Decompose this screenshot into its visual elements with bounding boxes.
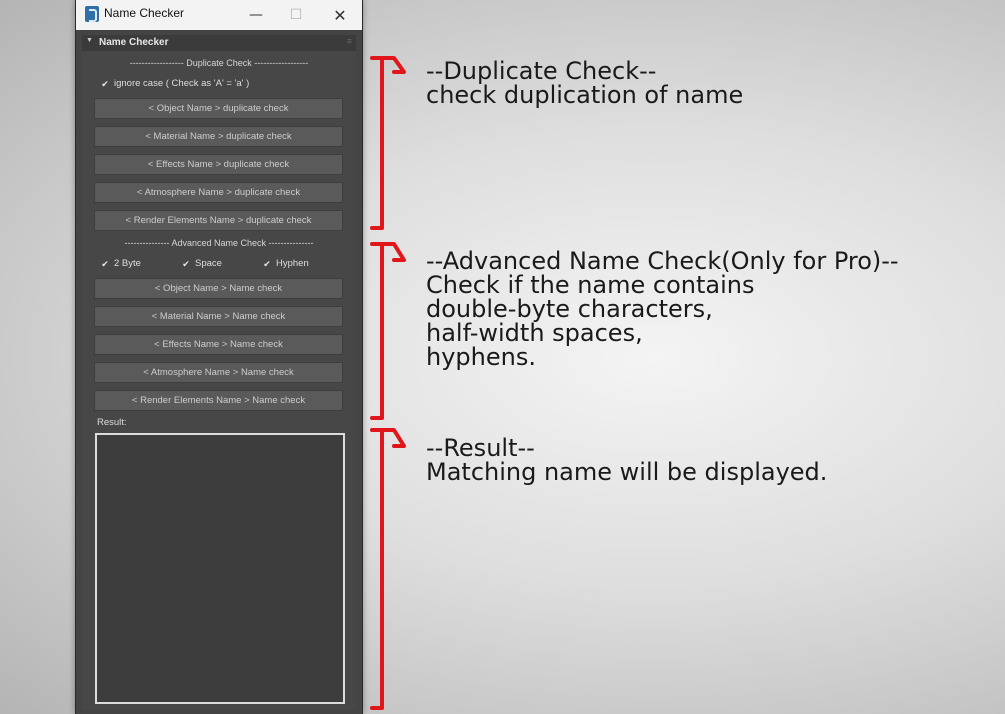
check-icon: ✔ [101,259,109,269]
name-checker-window: Name Checker — ☐ ✕ ▼ Name Checker ≡ ----… [75,0,363,714]
material-name-duplicate-check-button[interactable]: < Material Name > duplicate check [94,126,343,147]
annotation-line: hyphens. [426,343,536,371]
object-name-duplicate-check-button[interactable]: < Object Name > duplicate check [94,98,343,119]
result-label: Result: [97,417,127,428]
advanced-check-annotation: --Advanced Name Check(Only for Pro)-- Ch… [426,249,899,369]
annotation-line: Matching name will be displayed. [426,458,828,486]
close-button[interactable]: ✕ [318,0,362,30]
check-icon: ✔ [101,79,109,89]
material-name-check-button[interactable]: < Material Name > Name check [94,306,343,327]
annotation-line: half-width spaces, [426,319,643,347]
check-icon: ✔ [263,259,271,269]
minimize-button[interactable]: — [234,0,278,30]
annotation-line: check duplication of name [426,81,744,109]
duplicate-check-separator: ------------------ Duplicate Check -----… [129,58,309,68]
atmosphere-name-check-button[interactable]: < Atmosphere Name > Name check [94,362,343,383]
annotation-line: --Result-- [426,434,535,462]
window-title: Name Checker [104,6,185,20]
result-annotation: --Result-- Matching name will be display… [426,436,827,484]
name-checker-panel: ------------------ Duplicate Check -----… [82,52,356,710]
advanced-check-bracket [370,242,406,420]
atmosphere-name-duplicate-check-button[interactable]: < Atmosphere Name > duplicate check [94,182,343,203]
result-listbox[interactable] [95,433,345,704]
rollout-title: Name Checker [99,37,169,48]
hyphen-label: Hyphen [276,258,309,269]
rollout-header[interactable]: ▼ Name Checker ≡ [82,35,356,51]
annotation-line: --Advanced Name Check(Only for Pro)-- [426,247,899,275]
annotation-line: Check if the name contains [426,271,755,299]
duplicate-check-bracket [370,56,406,230]
effects-name-check-button[interactable]: < Effects Name > Name check [94,334,343,355]
grip-icon[interactable]: ≡ [347,36,352,46]
duplicate-check-annotation: --Duplicate Check-- check duplication of… [426,59,743,107]
app-icon [85,6,99,22]
maximize-button[interactable]: ☐ [274,0,318,30]
collapse-arrow-icon[interactable]: ▼ [86,37,93,44]
two-byte-label: 2 Byte [114,258,141,269]
annotation-brackets [370,56,406,710]
advanced-name-check-separator: --------------- Advanced Name Check ----… [124,238,314,248]
render-elements-name-check-button[interactable]: < Render Elements Name > Name check [94,390,343,411]
space-label: Space [195,258,222,269]
effects-name-duplicate-check-button[interactable]: < Effects Name > duplicate check [94,154,343,175]
render-elements-name-duplicate-check-button[interactable]: < Render Elements Name > duplicate check [94,210,343,231]
annotation-line: --Duplicate Check-- [426,57,657,85]
title-bar[interactable]: Name Checker — ☐ ✕ [76,0,362,30]
result-bracket [370,428,406,710]
ignore-case-label: ignore case ( Check as 'A' = 'a' ) [114,78,250,89]
check-icon: ✔ [182,259,190,269]
object-name-check-button[interactable]: < Object Name > Name check [94,278,343,299]
annotation-line: double-byte characters, [426,295,713,323]
